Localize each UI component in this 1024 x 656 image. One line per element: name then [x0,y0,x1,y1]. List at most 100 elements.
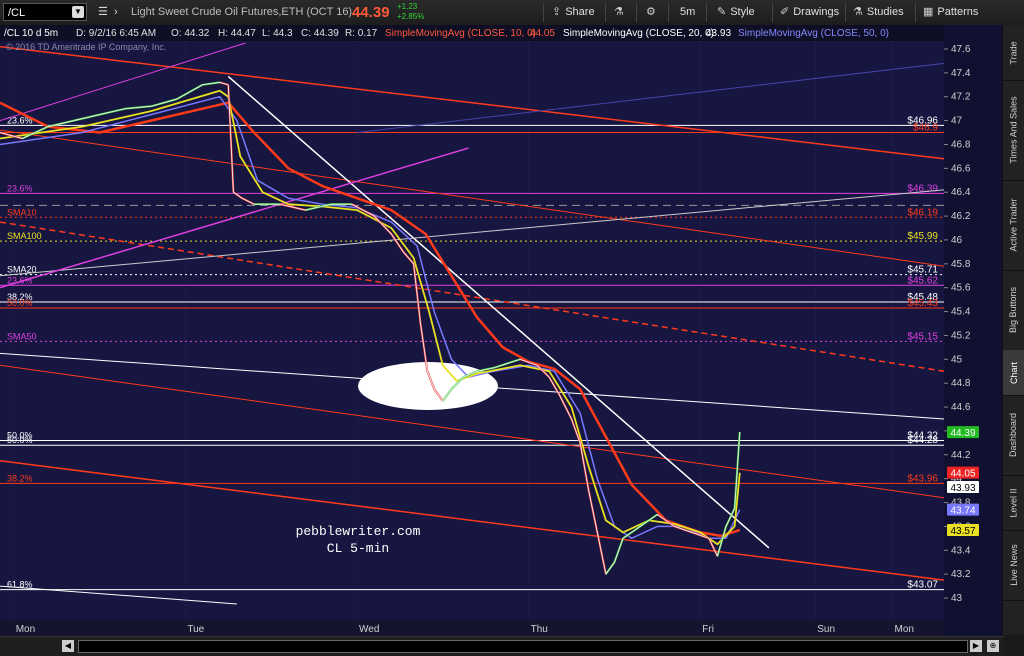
scroll-right-button[interactable]: ▶ [970,640,982,652]
level-value-label: $46.19 [907,207,938,218]
price-chart[interactable]: 23.6% $46.96$46.923.6% $46.39SMA10 $46.19SM… [0,25,1003,636]
side-tabs: Trade Times And Sales Active Trader Big But… [1002,25,1024,635]
info-bar-date: D: 9/2/16 6:45 AM [76,28,156,39]
bottom-bar: ◀ ▶ ⊕ [0,636,1004,656]
time-tick-label: Sun [817,624,835,635]
chart-toolbar: /CL ▼ ☰ › Light Sweet Crude Oil Futures,… [0,0,1024,26]
time-tick-label: Fri [702,624,714,635]
drawings-button[interactable]: ✐ Drawings [780,3,839,22]
price-tick-label: 43.2 [951,569,971,580]
info-high: H: 44.47 [218,28,256,39]
price-badge-label: 44.39 [950,428,975,439]
time-scrollbar[interactable] [78,640,968,653]
price-tick-label: 45.8 [951,259,971,270]
level-label: 50.0% [7,435,33,445]
level-value-label: $45.15 [907,331,938,342]
price-tick-label: 46.4 [951,187,971,198]
scroll-left-button[interactable]: ◀ [62,640,74,652]
side-tab-label: Trade [1008,40,1019,65]
level-label: SMA100 [7,231,42,241]
sma20-value: 43.93 [706,28,731,39]
price-tick-label: 47.4 [951,68,971,79]
price-tick-label: 46.8 [951,139,971,150]
side-tab-label: Live News [1008,544,1019,586]
side-tab-trade[interactable]: Trade [1003,25,1024,81]
patterns-icon: ▦ [923,6,934,18]
side-tab-chart[interactable]: Chart [1003,350,1024,396]
chevron-right-icon: › [114,6,118,18]
time-tick-label: Wed [359,624,379,635]
time-tick-label: Mon [895,624,914,635]
side-tab-big-buttons[interactable]: Big Buttons [1003,270,1024,351]
drawings-label: Drawings [793,6,840,18]
studies-icon: ⚗ [853,6,863,18]
price-tick-label: 43 [951,593,963,604]
style-icon: ✎ [717,6,727,18]
net-change: +1.23 [397,2,418,11]
style-button[interactable]: ✎ Style [717,3,755,22]
level-value-label: $44.28 [907,435,938,446]
price-badge-label: 43.93 [950,483,975,494]
studies-button[interactable]: ⚗ Studies [853,3,904,22]
level-label: SMA10 [7,207,37,217]
info-low: L: 44.3 [262,28,293,39]
info-symbol: /CL 10 d 5m [4,28,58,39]
level-value-label: $45.71 [907,265,938,276]
price-tick-label: 44.6 [951,402,971,413]
chevron-down-icon[interactable]: ▼ [72,6,84,18]
side-tab-label: Dashboard [1008,412,1019,458]
price-badge-label: 43.57 [950,526,975,537]
side-tab-label: Level II [1008,487,1019,518]
symbol-text: /CL [8,7,26,19]
price-tick-label: 46.2 [951,211,971,222]
side-tab-level-ii[interactable]: Level II [1003,475,1024,531]
share-button[interactable]: ⇪ Share [552,3,595,22]
studies-label: Studies [866,6,904,18]
level-label: 23.6% [7,183,33,193]
side-tab-label: Active Trader [1008,198,1019,252]
side-tab-times-and-sales[interactable]: Times And Sales [1003,80,1024,181]
watermark-caption: CL 5-min [327,541,389,556]
beaker-button[interactable]: ⚗ [614,3,628,22]
price-tick-label: 46 [951,235,963,246]
level-value-label: $43.07 [907,580,938,591]
style-label: Style [730,6,755,18]
zoom-button[interactable]: ⊕ [987,640,999,652]
side-tab-live-news[interactable]: Live News [1003,530,1024,601]
price-tick-label: 47.6 [951,44,971,55]
price-tick-label: 46.6 [951,163,971,174]
info-icon[interactable]: ☰ [98,3,108,22]
symbol-input[interactable]: /CL ▼ [3,3,87,21]
side-tab-label: Chart [1008,361,1019,384]
pencil-icon: ✐ [780,6,790,18]
price-change: +1.23 +2.85% [397,2,424,22]
share-label: Share [565,6,595,18]
price-tick-label: 45.4 [951,307,971,318]
patterns-button[interactable]: ▦ Patterns [923,3,978,22]
level-label: 38.2% [7,473,33,483]
time-tick-label: Thu [531,624,548,635]
side-tab-label: Times And Sales [1008,96,1019,164]
time-tick-label: Tue [187,624,204,635]
chart-background [0,25,1003,636]
share-icon: ⇪ [552,6,562,18]
time-tick-label: Mon [16,624,35,635]
settings-button[interactable]: ⚙ [646,3,660,22]
sma20-label: SimpleMovingAvg (CLOSE, 20, 0) [563,28,714,39]
gear-icon: ⚙ [646,6,656,18]
aggregation-button[interactable]: 5m [680,3,695,22]
instrument-description: Light Sweet Crude Oil Futures,ETH (OCT 1… [131,6,353,18]
watermark-site: pebblewriter.com [296,524,421,539]
side-tab-active-trader[interactable]: Active Trader [1003,180,1024,271]
price-tick-label: 43.4 [951,545,971,556]
copyright-text: © 2016 TD Ameritrade IP Company, Inc. [6,42,166,52]
level-value-label: $45.99 [907,231,938,242]
level-value-label: $45.43 [907,298,938,309]
side-tab-label: Big Buttons [1008,286,1019,334]
price-tick-label: 47 [951,116,963,127]
sma10-label: SimpleMovingAvg (CLOSE, 10, 0) [385,28,536,39]
price-badge-label: 43.74 [950,506,975,517]
price-tick-label: 45.2 [951,330,971,341]
side-tab-dashboard[interactable]: Dashboard [1003,395,1024,476]
price-badge-label: 44.05 [950,469,975,480]
